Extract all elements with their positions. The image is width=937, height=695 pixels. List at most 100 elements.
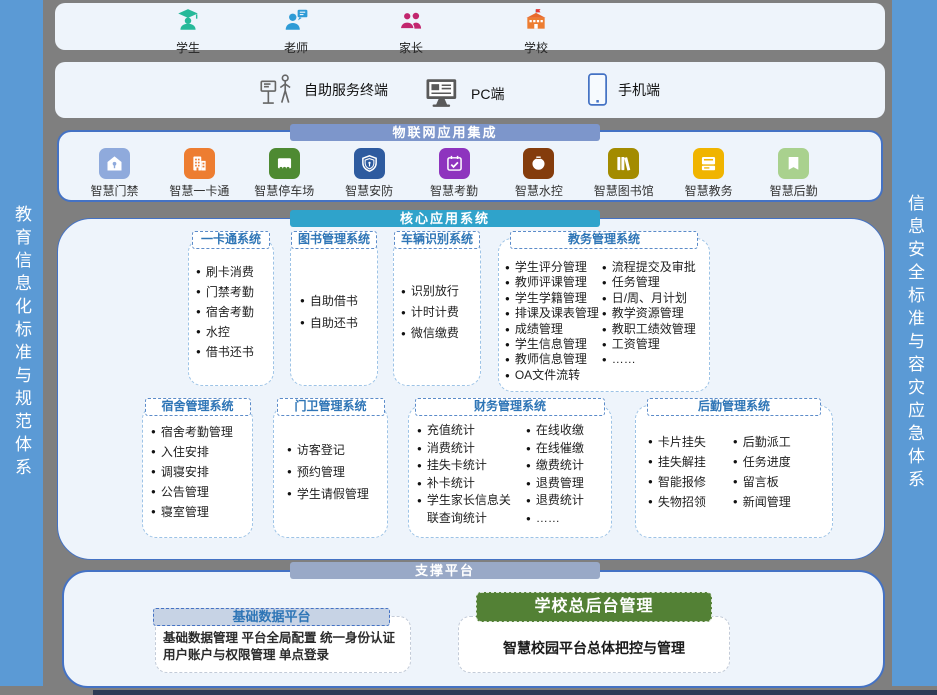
bullet-icon: ●	[151, 462, 156, 482]
bullet-icon: ●	[300, 290, 305, 312]
iot-item-label: 智慧教务	[666, 182, 751, 199]
core-section-title: 核心应用系统	[290, 210, 600, 227]
item-column: ●流程提交及审批●任务管理●日/周、月计划●教学资源管理●教职工绩效管理●工资管…	[602, 260, 696, 391]
list-item: ●宿舍考勤	[196, 302, 254, 322]
device-label: PC端	[471, 84, 504, 104]
list-item-label: 任务进度	[743, 452, 791, 472]
list-item-label: 公告管理	[161, 482, 209, 502]
user-group-teacher: 老师	[266, 7, 326, 56]
list-item-label: 预约管理	[297, 461, 345, 483]
list-item-label: 入住安排	[161, 442, 209, 462]
list-item: ●预约管理	[287, 461, 369, 483]
list-item: ●门禁考勤	[196, 282, 254, 302]
bullet-icon: ●	[287, 461, 292, 483]
onecard-icon	[184, 148, 215, 179]
list-item-label: 学生学籍管理	[515, 291, 587, 306]
system-box-vehicle: 车辆识别系统 ●识别放行●计时计费●微信缴费	[393, 238, 481, 386]
bullet-icon: ●	[196, 322, 201, 342]
system-box-items: ●自助借书●自助还书	[291, 239, 377, 385]
list-item: ●入住安排	[151, 442, 233, 462]
list-item-label: 挂失卡统计	[427, 457, 487, 475]
bullet-icon: ●	[648, 452, 653, 472]
school-admin-title: 学校总后台管理	[476, 592, 712, 622]
iot-item-label: 智慧水控	[496, 182, 581, 199]
bullet-icon: ●	[526, 422, 531, 440]
list-item: ●OA文件流转	[505, 368, 599, 383]
list-item: ●……	[602, 352, 696, 367]
bullet-icon: ●	[526, 492, 531, 510]
bullet-icon: ●	[505, 368, 510, 383]
list-item: ●充值统计	[417, 422, 521, 440]
bullet-icon: ●	[417, 440, 422, 458]
water-jar-icon	[523, 148, 554, 179]
bullet-icon: ●	[648, 432, 653, 452]
bullet-icon: ●	[300, 312, 305, 334]
iot-item-label: 智慧考勤	[412, 182, 497, 199]
school-icon	[523, 7, 549, 33]
iot-item-door-access: 智慧门禁	[72, 148, 157, 199]
list-item-label: 学生信息管理	[515, 337, 587, 352]
list-item: ●调寝安排	[151, 462, 233, 482]
list-item-label: 流程提交及审批	[612, 260, 696, 275]
bullet-icon: ●	[417, 457, 422, 475]
list-item-label: 退费统计	[536, 492, 584, 510]
bullet-icon: ●	[196, 282, 201, 302]
school-admin-desc: 智慧校园平台总体把控与管理	[503, 638, 685, 658]
bullet-icon: ●	[196, 262, 201, 282]
list-item-label: 工资管理	[612, 337, 660, 352]
list-item-label: 计时计费	[411, 302, 459, 323]
list-item: ● 挂失卡统计	[417, 457, 521, 475]
iot-item-logistics: 智慧后勤	[751, 148, 836, 199]
system-box-items: ●识别放行 ●计时计费●微信缴费	[394, 239, 480, 385]
bullet-icon: ●	[602, 337, 607, 352]
bullet-icon: ●	[648, 472, 653, 492]
list-item: ●卡片挂失	[648, 432, 706, 452]
bullet-icon: ●	[505, 322, 510, 337]
phone-icon	[586, 72, 609, 107]
list-item-label: ……	[536, 510, 560, 528]
list-item: ●学生学籍管理	[505, 291, 599, 306]
list-item-label: 后勤派工	[743, 432, 791, 452]
list-item: ●消费统计	[417, 440, 521, 458]
bullet-icon: ●	[401, 323, 406, 344]
system-box-items: ●学生评分管理●教师评课管理●学生学籍管理●排课及课表管理●成绩管理●学生信息管…	[499, 239, 709, 391]
left-rail: 教育信息化标准与规范体系	[0, 0, 43, 686]
device-label: 手机端	[618, 80, 660, 100]
iot-item-label: 智慧图书馆	[581, 182, 666, 199]
system-box-title: 门卫管理系统	[277, 398, 385, 416]
user-group-school: 学校	[506, 7, 566, 56]
list-item: ●微信缴费	[401, 323, 459, 344]
school-admin-box: 智慧校园平台总体把控与管理	[458, 616, 730, 673]
base-platform-line: 用户账户与权限管理 单点登录	[163, 647, 406, 664]
item-column: ●卡片挂失●挂失解挂●智能报修●失物招领	[648, 406, 706, 537]
system-box-logistics: 后勤管理系统 ●卡片挂失●挂失解挂●智能报修●失物招领●后勤派工●任务进度●留言…	[635, 405, 833, 538]
iot-item-security: 智慧安防	[327, 148, 412, 199]
user-group-parents: 家长	[381, 7, 441, 56]
list-item: ● 退费统计	[526, 492, 584, 510]
iot-item-label: 智慧停车场	[242, 182, 327, 199]
system-box-items: ●刷卡消费●门禁考勤●宿舍考勤●水控●借书还书	[189, 239, 273, 385]
list-item-label: 访客登记	[297, 439, 345, 461]
list-item: ●借书还书	[196, 342, 254, 362]
iot-item-parking: 智慧停车场	[242, 148, 327, 199]
bullet-icon: ●	[526, 475, 531, 493]
user-label: 学校	[506, 39, 566, 56]
iot-item-label: 智慧安防	[327, 182, 412, 199]
bullet-icon: ●	[733, 492, 738, 512]
list-item: ●公告管理	[151, 482, 233, 502]
bullet-icon: ●	[526, 440, 531, 458]
list-item-label: 补卡统计	[427, 475, 475, 493]
bullet-icon: ●	[287, 483, 292, 505]
device-group-mobile: 手机端	[586, 72, 660, 107]
list-item: ●学生请假管理	[287, 483, 369, 505]
item-column: ●充值统计●消费统计● 挂失卡统计 ● 补卡统计●学生家长信息关联查询统计	[417, 422, 521, 537]
list-item: ●在线催缴	[526, 440, 584, 458]
list-item: ●识别放行	[401, 281, 459, 302]
teacher-icon	[283, 7, 309, 33]
list-item-label: 留言板	[743, 472, 779, 492]
list-item: ●学生家长信息关联查询统计	[417, 492, 521, 527]
bullet-icon: ●	[733, 472, 738, 492]
list-item-label: 宿舍考勤	[206, 302, 254, 322]
list-item: ●宿舍考勤管理	[151, 422, 233, 442]
list-item-label: 自助还书	[310, 312, 358, 334]
